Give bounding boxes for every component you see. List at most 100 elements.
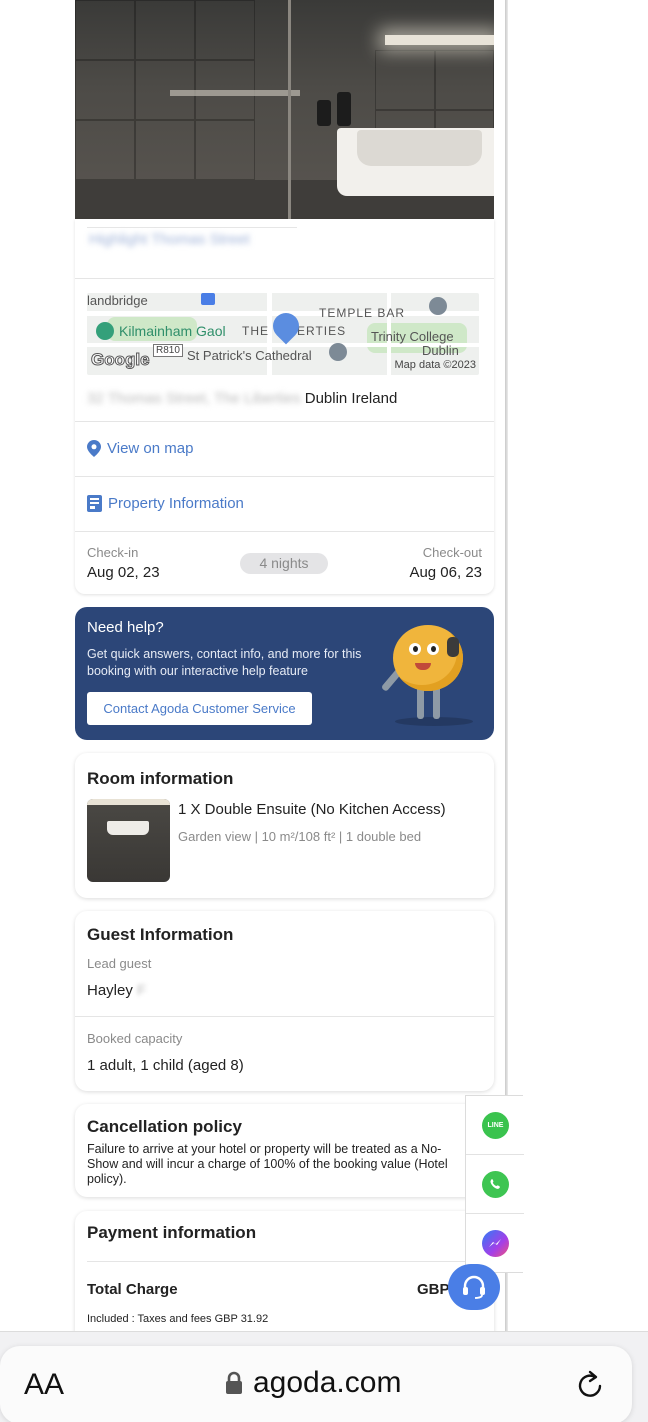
- checkout-block: Check-out Aug 06, 23: [409, 545, 482, 581]
- room-photo[interactable]: [75, 0, 494, 219]
- guest-information-title: Guest Information: [87, 925, 234, 944]
- map-label: landbridge: [87, 293, 148, 308]
- room-details: Garden view | 10 m²/108 ft² | 1 double b…: [178, 829, 422, 844]
- pdf-document-icon: [87, 495, 102, 512]
- map-label: Dublin: [422, 343, 459, 358]
- checkin-block: Check-in Aug 02, 23: [87, 545, 160, 581]
- phone-glyph-icon: [490, 1179, 500, 1189]
- checkin-date: Aug 02, 23: [87, 564, 160, 581]
- college-icon: [429, 297, 447, 315]
- cancellation-policy-text: Failure to arrive at your hotel or prope…: [87, 1142, 448, 1186]
- messenger-icon: [482, 1230, 509, 1257]
- mascot-eye: [409, 643, 421, 655]
- lead-guest-name: Hayley F: [87, 982, 146, 999]
- google-logo: Google: [91, 350, 151, 370]
- lead-guest-first-name: Hayley: [87, 982, 133, 999]
- chat-channels-rail: LINE: [465, 1095, 524, 1273]
- nights-badge: 4 nights: [240, 553, 328, 574]
- wall-tile: [135, 0, 195, 60]
- wall-tile: [195, 120, 255, 180]
- booked-capacity-label: Booked capacity: [87, 1031, 183, 1046]
- location-pin-icon: [87, 440, 101, 457]
- mascot-icon: [393, 625, 463, 691]
- map-label: Kilmainham Gaol: [119, 323, 226, 339]
- property-information-label: Property Information: [108, 495, 244, 512]
- cancellation-policy-title: Cancellation policy: [87, 1117, 242, 1136]
- line-icon: LINE: [482, 1112, 509, 1139]
- wall-tile: [195, 0, 255, 60]
- wall-tile: [435, 50, 494, 110]
- divider: [75, 476, 494, 477]
- wall-tile: [75, 60, 135, 120]
- divider: [75, 1016, 494, 1017]
- wall-tile: [75, 120, 135, 180]
- guest-information-card: Guest Information Lead guest Hayley F Bo…: [75, 911, 494, 1091]
- help-banner: Need help? Get quick answers, contact in…: [75, 607, 494, 740]
- browser-address-bar[interactable]: AA agoda.com: [0, 1346, 632, 1422]
- divider: [75, 421, 494, 422]
- wall-tile: [135, 120, 195, 180]
- checkout-date: Aug 06, 23: [409, 564, 482, 581]
- whatsapp-chat-button[interactable]: [466, 1155, 524, 1214]
- transit-icon: [201, 293, 215, 305]
- sink-basin: [357, 130, 482, 166]
- shower-shelf: [170, 90, 300, 96]
- thumb-sink: [107, 821, 149, 835]
- checkin-label: Check-in: [87, 545, 139, 560]
- total-charge-label: Total Charge: [87, 1281, 178, 1298]
- lock-icon: [226, 1371, 242, 1394]
- shower-door: [288, 0, 291, 219]
- mascot-eye: [427, 643, 439, 655]
- customer-support-fab[interactable]: [448, 1264, 500, 1310]
- checkout-label: Check-out: [422, 545, 482, 560]
- map-preview[interactable]: landbridge Kilmainham Gaol THE ERTIES TE…: [87, 293, 479, 375]
- map-attribution: Map data ©2023: [394, 359, 477, 371]
- attraction-icon: [96, 322, 114, 340]
- url-display[interactable]: agoda.com: [225, 1366, 401, 1400]
- room-thumbnail[interactable]: [87, 799, 170, 882]
- property-address: 32 Thomas Street, The Liberties Dublin Ir…: [87, 390, 397, 407]
- room-name: 1 X Double Ensuite (No Kitchen Access): [178, 801, 446, 818]
- mirror-light: [385, 35, 494, 45]
- whatsapp-icon: [482, 1171, 509, 1198]
- payment-information-title: Payment information: [87, 1223, 257, 1242]
- booked-capacity-value: 1 adult, 1 child (aged 8): [87, 1057, 244, 1074]
- divider: [75, 278, 494, 279]
- contact-customer-service-button[interactable]: Contact Agoda Customer Service: [87, 692, 312, 725]
- thumb-light: [87, 799, 170, 805]
- map-label: St Patrick's Cathedral: [187, 348, 312, 363]
- view-on-map-link[interactable]: View on map: [87, 440, 193, 457]
- view-on-map-label: View on map: [107, 440, 194, 457]
- divider: [87, 227, 297, 228]
- wall-tile: [75, 0, 135, 60]
- line-icon-label: LINE: [487, 1122, 504, 1129]
- church-icon: [329, 343, 347, 361]
- payment-information-card: Payment information Total Charge GBP Inc…: [75, 1211, 494, 1351]
- property-name: Highlight Thomas Street: [89, 231, 250, 248]
- lead-guest-surname: F: [137, 982, 147, 999]
- cancellation-policy-card: Cancellation policy Failure to arrive at…: [75, 1104, 494, 1197]
- domain-text: agoda.com: [253, 1366, 402, 1399]
- soap-bottle: [337, 92, 351, 126]
- map-label: TEMPLE BAR: [319, 306, 406, 320]
- property-card: Highlight Thomas Street landbridge Kilma…: [75, 219, 494, 594]
- headset-icon: [447, 637, 459, 657]
- map-label: Trinity College: [371, 329, 454, 344]
- map-label: ERTIES: [297, 324, 347, 338]
- taxes-included-text: Included : Taxes and fees GBP 31.92: [87, 1313, 269, 1325]
- text-size-label: AA: [24, 1368, 65, 1401]
- soap-bottle: [317, 100, 331, 126]
- room-information-card: Room information 1 X Double Ensuite (No …: [75, 753, 494, 898]
- wall-tile: [375, 50, 435, 110]
- total-charge-currency: GBP: [417, 1281, 450, 1298]
- room-information-title: Room information: [87, 769, 234, 788]
- property-information-link[interactable]: Property Information: [87, 495, 244, 512]
- reload-icon[interactable]: [576, 1368, 606, 1400]
- line-chat-button[interactable]: LINE: [466, 1096, 524, 1155]
- help-title: Need help?: [87, 619, 164, 636]
- divider: [75, 531, 494, 532]
- address-street: 32 Thomas Street, The Liberties: [87, 390, 301, 407]
- text-size-button[interactable]: AA: [24, 1368, 64, 1402]
- map-label: THE: [242, 324, 269, 338]
- divider: [87, 1261, 482, 1262]
